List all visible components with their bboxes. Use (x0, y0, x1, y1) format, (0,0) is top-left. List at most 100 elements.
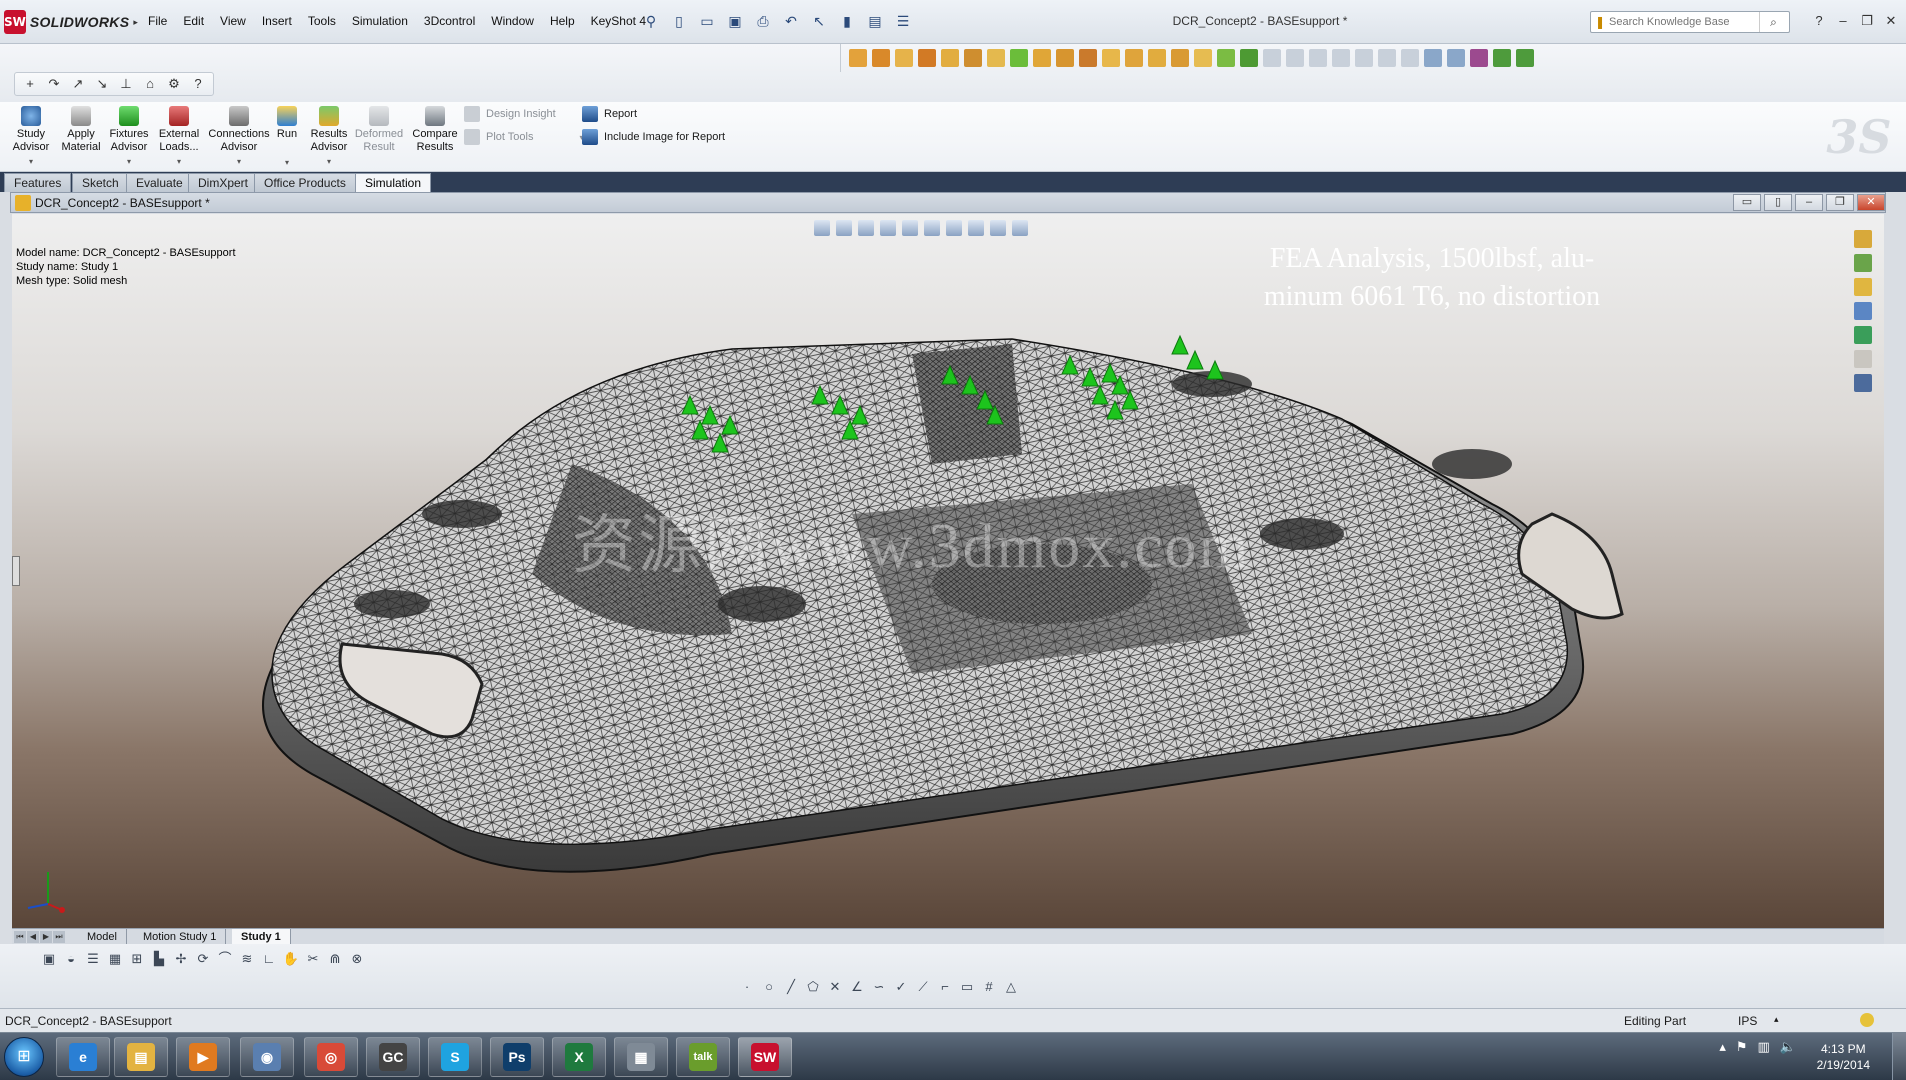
menu-insert[interactable]: Insert (254, 12, 300, 30)
taskbar-system-monitor[interactable]: ◉ (240, 1037, 294, 1077)
doc-minimize-icon[interactable]: – (1795, 194, 1823, 211)
tab-sketch[interactable]: Sketch (72, 173, 129, 192)
report-button[interactable]: Report (582, 106, 637, 122)
feature-manager-handle[interactable] (12, 556, 20, 586)
dropdown-arrow-icon[interactable]: ▾ (4, 155, 58, 168)
prev-tab-icon[interactable]: ◀ (27, 931, 39, 943)
select-arrow-icon[interactable]: ↖ (808, 10, 830, 32)
options-small-icon[interactable]: ⚙ (165, 75, 183, 93)
taskbar-google-talk[interactable]: talk (676, 1037, 730, 1077)
print-icon[interactable]: ⎙ (752, 10, 774, 32)
scene-icon[interactable] (1516, 49, 1534, 67)
angle-icon[interactable]: ∠ (848, 978, 866, 996)
clock[interactable]: 4:13 PM 2/19/2014 (1817, 1041, 1870, 1073)
apply-material-button[interactable]: Apply Material (54, 104, 108, 154)
view-palette-icon[interactable] (1854, 302, 1872, 320)
view-right-icon[interactable] (1332, 49, 1350, 67)
taskbar-excel[interactable]: X (552, 1037, 606, 1077)
hole-icon[interactable] (1102, 49, 1120, 67)
hide-show-icon[interactable] (946, 220, 962, 236)
appearances-icon[interactable] (1854, 326, 1872, 344)
list-icon[interactable]: ☰ (84, 950, 102, 968)
design-library-icon[interactable] (1854, 254, 1872, 272)
search-box[interactable]: ❚ ⌕ (1590, 11, 1790, 33)
new-document-icon[interactable]: ▯ (668, 10, 690, 32)
centerline-icon[interactable]: ↘ (93, 75, 111, 93)
solidworks-resources-icon[interactable] (1854, 230, 1872, 248)
dropdown-arrow-icon[interactable]: ▾ (102, 155, 156, 168)
view-iso-icon[interactable] (1401, 49, 1419, 67)
draft-icon[interactable] (1033, 49, 1051, 67)
relations-icon[interactable] (1447, 49, 1465, 67)
slash-icon[interactable]: ⟋ (914, 978, 932, 996)
load-icon[interactable]: ⌂ (141, 75, 159, 93)
dropdown-arrow-icon[interactable]: ▾ (152, 155, 206, 168)
include-image-button[interactable]: Include Image for Report (582, 129, 725, 145)
rapidsketch-icon[interactable] (1240, 49, 1258, 67)
tile-horizontal-icon[interactable]: ▭ (1733, 194, 1761, 211)
plot-tools-button[interactable]: Plot Tools ▾ (464, 129, 584, 145)
tab-features[interactable]: Features (4, 173, 72, 192)
menu-help[interactable]: Help (542, 12, 583, 30)
mirror-icon[interactable] (1125, 49, 1143, 67)
pattern-icon[interactable] (1148, 49, 1166, 67)
fixture-icon[interactable]: ⊥ (117, 75, 135, 93)
corner-icon[interactable]: ⌐ (936, 978, 954, 996)
tab-motion-study-1[interactable]: Motion Study 1 (134, 929, 227, 945)
zoom-area-icon[interactable] (836, 220, 852, 236)
sensor-icon[interactable]: ⊗ (348, 950, 366, 968)
view-orientation-icon[interactable] (902, 220, 918, 236)
trim-icon[interactable]: ✂ (304, 950, 322, 968)
taskbar-file-explorer[interactable]: ▤ (114, 1037, 168, 1077)
loft-icon[interactable] (918, 49, 936, 67)
menu-file[interactable]: File (140, 12, 175, 30)
options-icon[interactable]: ☰ (892, 10, 914, 32)
wrap-icon[interactable] (1056, 49, 1074, 67)
tab-evaluate[interactable]: Evaluate (126, 173, 193, 192)
chamfer-icon[interactable] (964, 49, 982, 67)
menu-tools[interactable]: Tools (300, 12, 344, 30)
menu-simulation[interactable]: Simulation (344, 12, 416, 30)
plot-icon[interactable]: ▙ (150, 950, 168, 968)
menu-view[interactable]: View (212, 12, 254, 30)
reference-icon[interactable] (1171, 49, 1189, 67)
close-icon[interactable]: ✕ (1880, 11, 1902, 31)
help-icon[interactable]: ? (1808, 11, 1830, 31)
simulation-advisor-icon[interactable] (1854, 374, 1872, 392)
view-settings-icon[interactable] (1012, 220, 1028, 236)
open-folder-icon[interactable]: ▭ (696, 10, 718, 32)
save-icon[interactable]: ▣ (724, 10, 746, 32)
first-tab-icon[interactable]: ⏮ (14, 931, 26, 943)
search-input[interactable] (1609, 16, 1759, 28)
probe-icon[interactable]: ⊞ (128, 950, 146, 968)
smart-dimension-icon[interactable] (1424, 49, 1442, 67)
menu-window[interactable]: Window (483, 12, 542, 30)
rectangle-icon[interactable]: ▭ (958, 978, 976, 996)
section-view-icon[interactable] (880, 220, 896, 236)
rebuild-status-icon[interactable] (1860, 1013, 1874, 1027)
taskbar-media-player[interactable]: ▶ (176, 1037, 230, 1077)
menu-3dcontrol[interactable]: 3Dcontrol (416, 12, 483, 30)
dome-icon[interactable] (1079, 49, 1097, 67)
minimize-icon[interactable]: – (1832, 11, 1854, 31)
taskbar-internet-explorer[interactable]: e (56, 1037, 110, 1077)
arc-icon[interactable]: ↷ (45, 75, 63, 93)
undo-icon[interactable]: ↶ (780, 10, 802, 32)
units-selector[interactable]: IPS (1738, 1014, 1757, 1028)
start-button[interactable]: ⊞ (4, 1037, 44, 1077)
tab-office-products[interactable]: Office Products (254, 173, 356, 192)
graphics-area[interactable]: Model name: DCR_Concept2 - BASEsupport S… (12, 214, 1884, 928)
view-back-icon[interactable] (1286, 49, 1304, 67)
study-icon[interactable]: ▣ (40, 950, 58, 968)
search-button-icon[interactable]: ⌕ (1759, 12, 1787, 32)
view-front-icon[interactable] (1263, 49, 1281, 67)
file-properties-icon[interactable]: ▤ (864, 10, 886, 32)
action-center-icon[interactable]: ⚑ (1736, 1039, 1748, 1055)
rib-icon[interactable] (1010, 49, 1028, 67)
display-style-icon[interactable] (924, 220, 940, 236)
solidworks-logo[interactable]: SW SOLIDWORKS ▸ (4, 9, 138, 35)
taskbar-calculator[interactable]: ▦ (614, 1037, 668, 1077)
custom-properties-icon[interactable] (1854, 350, 1872, 368)
previous-view-icon[interactable] (858, 220, 874, 236)
restore-icon[interactable]: ❐ (1856, 11, 1878, 31)
